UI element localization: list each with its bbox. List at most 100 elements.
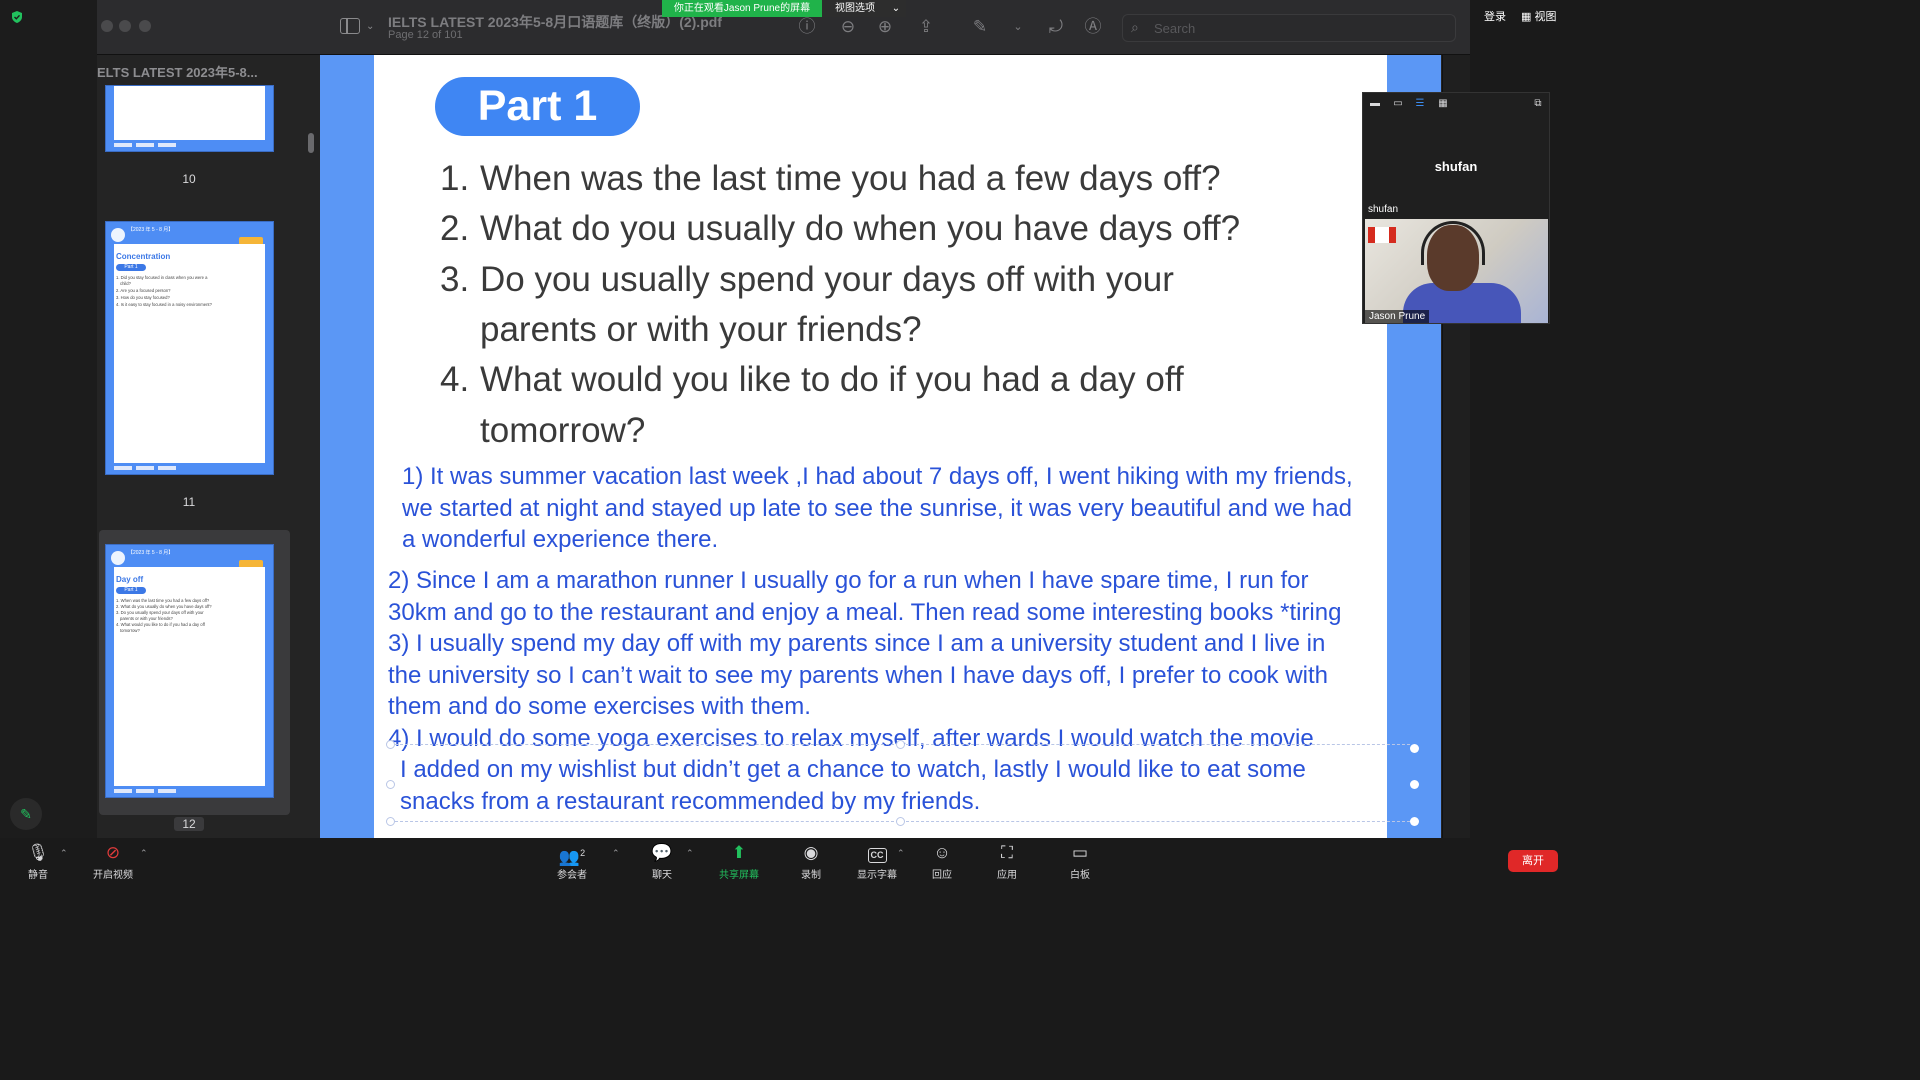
page-indicator: Page 12 of 101 <box>388 29 463 41</box>
thumbnail-page-11[interactable]: 【2023 年 5 - 8 月】 Concentration Part 1 1.… <box>105 221 274 475</box>
textbox-resize-handle[interactable] <box>1410 744 1419 753</box>
search-icon: ⌕ <box>1131 19 1139 35</box>
textbox-resize-handle[interactable] <box>1410 780 1419 789</box>
video-options-chevron-icon[interactable]: ⌃ <box>140 848 148 859</box>
view-button[interactable]: ▦ 视图 <box>1521 8 1556 24</box>
search-field[interactable]: ⌕ Search <box>1122 14 1456 42</box>
sidebar-menu-chevron-icon[interactable]: ⌄ <box>366 21 374 32</box>
participants-button[interactable]: 👥2 参会者 <box>537 842 607 881</box>
zoom-out-icon[interactable]: ⊖ <box>837 16 859 38</box>
security-shield-icon <box>12 11 22 23</box>
textbox-resize-handle[interactable] <box>896 740 905 749</box>
window-zoom-button[interactable] <box>139 20 151 32</box>
thumbnail-line: tomorrow? <box>120 628 140 633</box>
apps-label: 应用 <box>997 870 1017 881</box>
share-screen-button[interactable]: ⬆ 共享屏幕 <box>704 842 774 881</box>
answer-line: 3) I usually spend my day off with my pa… <box>388 630 1326 657</box>
start-video-button[interactable]: ⊘ 开启视频 <box>78 842 148 881</box>
participants-label: 参会者 <box>557 870 587 881</box>
answer-line: snacks from a restaurant recommended by … <box>400 788 981 815</box>
grid-view-icon[interactable]: ▦ <box>1437 98 1449 109</box>
chat-label: 聊天 <box>652 870 672 881</box>
textbox-resize-handle[interactable] <box>1410 817 1419 826</box>
participants-chevron-icon[interactable]: ⌃ <box>612 848 620 859</box>
window-minimize-button[interactable] <box>119 20 131 32</box>
meeting-toolbar: 🎙 静音 ⌃ ⊘ 开启视频 ⌃ 👥2 参会者 ⌃ 💬 聊天 ⌃ ⬆ 共享屏幕 ◉ 录制 CC… <box>0 838 1568 882</box>
minimize-icon[interactable]: ▬ <box>1369 98 1381 109</box>
annotate-button[interactable]: ✎ <box>10 798 42 830</box>
rotate-icon[interactable]: ⤾ <box>1045 16 1067 38</box>
record-button[interactable]: ◉ 录制 <box>776 842 846 881</box>
captions-icon-text: CC <box>867 848 887 863</box>
textbox-resize-handle[interactable] <box>386 780 395 789</box>
question-line: 4. What would you like to do if you had a… <box>440 360 1184 399</box>
participant-video[interactable]: Jason Prune <box>1365 219 1548 323</box>
strip-view-icon[interactable]: ☰ <box>1414 98 1426 109</box>
apps-icon: ⛶ <box>1001 843 1013 862</box>
logo-icon <box>111 228 125 242</box>
textbox-resize-handle[interactable] <box>386 740 395 749</box>
audio-options-chevron-icon[interactable]: ⌃ <box>60 848 68 859</box>
login-button[interactable]: 登录 <box>1484 8 1506 24</box>
reactions-label: 回应 <box>932 870 952 881</box>
zoom-in-icon[interactable]: ⊕ <box>874 16 896 38</box>
whiteboard-icon: ▭ <box>1071 843 1089 862</box>
window-close-button[interactable] <box>101 20 113 32</box>
answer-line: the university so I can’t wait to see my… <box>388 662 1329 689</box>
video-off-icon: ⊘ <box>105 843 121 862</box>
sidebar-scrollbar[interactable] <box>308 133 314 153</box>
thumbnail-number: 11 <box>182 495 196 509</box>
thumbnail-line: 2. What do you usually do when you have … <box>116 604 212 609</box>
single-view-icon[interactable]: ▭ <box>1392 98 1404 109</box>
captions-chevron-icon[interactable]: ⌃ <box>897 848 905 859</box>
answer-line: 2) Since I am a marathon runner I usuall… <box>388 567 1309 594</box>
grid-view-icon: ▦ <box>1521 11 1532 23</box>
sidebar-title: ELTS LATEST 2023年5-8... <box>97 65 258 80</box>
page-left-band <box>320 55 374 838</box>
pdf-page[interactable]: Part 1 1. When was the last time you had … <box>320 55 1441 838</box>
question-line: 3. Do you usually spend your days off wit… <box>440 260 1174 299</box>
thumbnail-sidebar: ELTS LATEST 2023年5-8... 10 【2023 年 5 - 8… <box>97 55 319 838</box>
thumbnail-number-selected: 12 <box>174 817 204 831</box>
view-options-button[interactable]: 视图选项 ⌄ <box>822 0 906 17</box>
reactions-button[interactable]: ☺ 回应 <box>907 842 977 881</box>
record-label: 录制 <box>801 870 821 881</box>
answer-line: them and do some exercises with them. <box>388 693 811 720</box>
textbox-resize-handle[interactable] <box>386 817 395 826</box>
markup-menu-chevron-icon[interactable]: ⌄ <box>1007 16 1029 38</box>
thumbnail-line: 1. When was the last time you had a few … <box>116 598 210 603</box>
pencil-icon: ✎ <box>20 806 32 822</box>
thumbnail-line: 2. Are you a focused person? <box>116 288 171 293</box>
thumbnail-line: 4. Is it easy to stay focused in a noisy… <box>116 302 212 307</box>
answer-line: I added on my wishlist but didn’t get a … <box>400 756 1306 783</box>
thumbnail-line: parents or with your friends? <box>120 616 173 621</box>
share-icon[interactable]: ⇪ <box>915 16 937 38</box>
thumbnail-number: 10 <box>182 172 196 186</box>
question-line: tomorrow? <box>480 411 646 450</box>
participant-name-tile: shufan <box>1434 159 1478 174</box>
participants-video-panel: ▬ ▭ ☰ ▦ ⧉ shufan shufan Jason Prune <box>1362 92 1550 324</box>
whiteboard-label: 白板 <box>1070 870 1090 881</box>
textbox-resize-handle[interactable] <box>896 817 905 826</box>
chevron-down-icon: ⌄ <box>891 3 901 14</box>
question-line: 1. When was the last time you had a few d… <box>440 159 1221 198</box>
thumbnail-page-12[interactable]: 【2023 年 5 - 8 月】 Day off Part 1 1. When … <box>105 544 274 798</box>
leave-button[interactable]: 离开 <box>1508 850 1558 872</box>
sidebar-toggle-icon[interactable] <box>340 18 360 34</box>
question-line: parents or with your friends? <box>480 310 922 349</box>
mute-label: 静音 <box>28 870 48 881</box>
answer-line: we started at night and stayed up late t… <box>402 495 1352 522</box>
participant-name-label: shufan <box>1368 204 1399 215</box>
annotate-circle-icon[interactable]: Ⓐ <box>1082 16 1104 38</box>
markup-pen-icon[interactable]: ✎ <box>969 16 991 38</box>
thumbnail-line: 4. What would you like to do if you had … <box>116 622 205 627</box>
info-icon[interactable]: ⓘ <box>796 16 818 38</box>
apps-button[interactable]: ⛶ 应用 <box>972 842 1042 881</box>
chat-chevron-icon[interactable]: ⌃ <box>686 848 694 859</box>
thumbnail-page-10[interactable] <box>105 85 274 152</box>
pop-out-icon[interactable]: ⧉ <box>1532 98 1544 109</box>
video-name-label: Jason Prune <box>1365 310 1430 323</box>
view-label: 视图 <box>1534 11 1557 23</box>
logo-icon <box>111 551 125 565</box>
whiteboard-button[interactable]: ▭ 白板 <box>1045 842 1115 881</box>
